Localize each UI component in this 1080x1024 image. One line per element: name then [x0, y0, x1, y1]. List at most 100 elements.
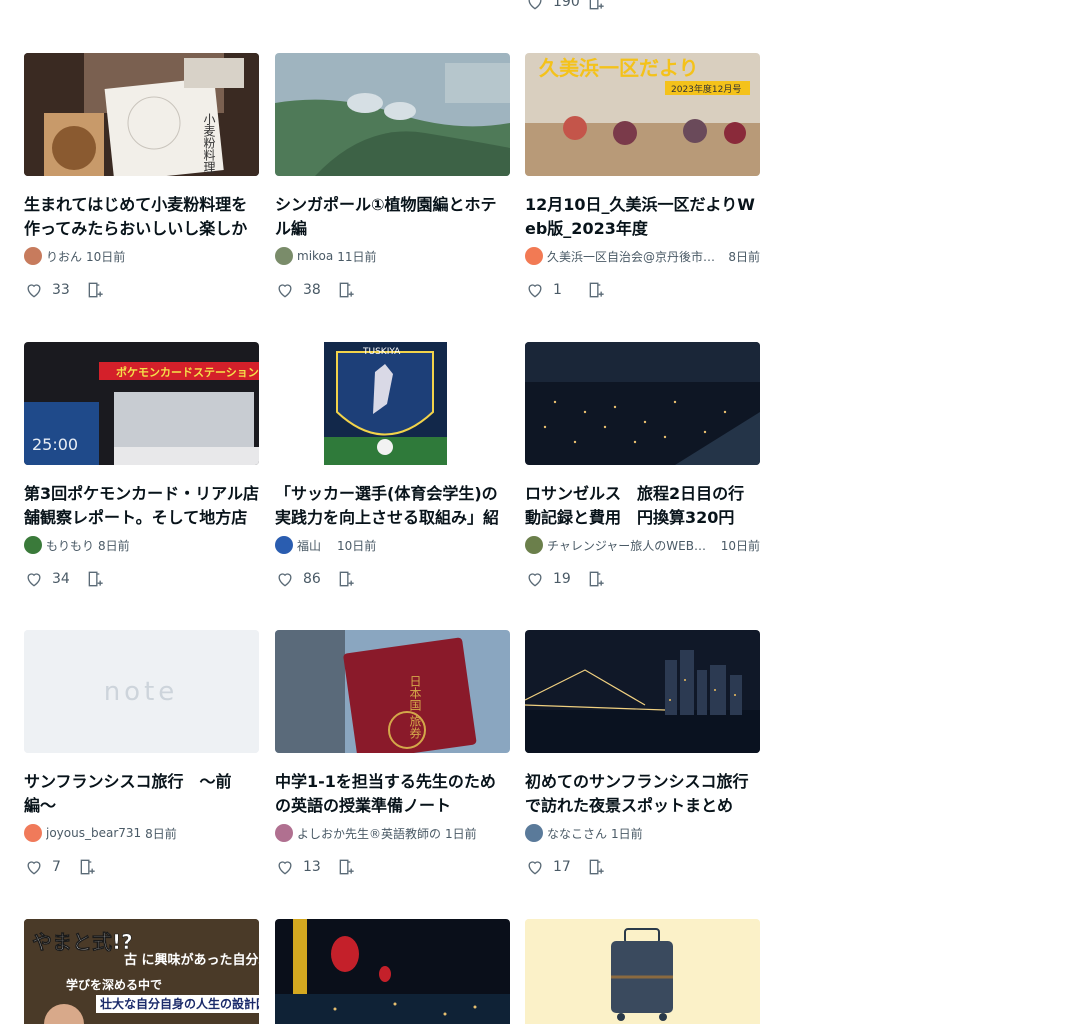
card-thumbnail[interactable]: 久美浜一区だより 2023年度12月号	[525, 53, 760, 176]
avatar[interactable]	[275, 824, 293, 842]
like-count: 1	[553, 282, 562, 298]
card-actions: 1	[525, 278, 760, 302]
avatar[interactable]	[275, 536, 293, 554]
add-to-magazine-icon[interactable]	[587, 569, 607, 589]
author-name[interactable]: 久美浜一区自治会@京丹後市久美浜町	[547, 248, 724, 265]
kumihama-sub: 2023年度12月号	[671, 83, 741, 95]
note-card[interactable]: 初めてのサンフランシスコ旅行で訪れた夜景スポットまとめ ななこさん 1日前 17	[525, 630, 760, 879]
post-time: 11日前	[337, 249, 377, 264]
heart-icon[interactable]	[24, 857, 44, 877]
note-card[interactable]: 日本国 旅券 中学1-1を担当する先生のための英語の授業準備ノート よしおか先生…	[275, 630, 510, 879]
note-card[interactable]: 小麦粉料理 生まれてはじめて小麦粉料理を作ってみたらおいしいし楽しかったのでレシ…	[24, 53, 259, 302]
add-to-magazine-icon[interactable]	[337, 569, 357, 589]
card-actions: 86	[275, 567, 510, 591]
night-city-photo	[525, 342, 760, 465]
note-card[interactable]: 25:00 ポケモンカードステーション 第3回ポケモンカード・リアル店舗観察レポ…	[24, 342, 259, 591]
post-time: 8日前	[728, 249, 760, 264]
note-card[interactable]: シンガポール①植物園編とホテル編 mikoa 11日前 38	[275, 53, 510, 302]
author-name[interactable]: チャレンジャー旅人のWEBサイト・ブログ・動画制作	[547, 537, 717, 554]
card-thumbnail[interactable]: 25:00 ポケモンカードステーション	[24, 342, 259, 465]
add-to-magazine-icon[interactable]	[587, 0, 607, 12]
card-thumbnail[interactable]	[525, 342, 760, 465]
add-to-magazine-icon[interactable]	[337, 280, 357, 300]
add-to-magazine-icon[interactable]	[587, 857, 607, 877]
passport-text: 日本国 旅券	[408, 675, 422, 739]
card-meta: チャレンジャー旅人のWEBサイト・ブログ・動画制作 10日前	[525, 536, 760, 554]
card-thumbnail[interactable]: 日本国 旅券	[275, 630, 510, 753]
card-thumbnail[interactable]	[525, 630, 760, 753]
author-name[interactable]: joyous_bear731	[46, 826, 141, 840]
yamato-banner: やまと式!? 古 に興味があった自分。 学びを深める中で 壮大な自分自身の人生の…	[24, 919, 259, 1024]
note-placeholder: note	[24, 630, 259, 753]
heart-icon[interactable]	[525, 569, 545, 589]
card-actions: 13	[275, 855, 510, 879]
card-meta: ななこさん 1日前	[525, 824, 760, 842]
add-to-magazine-icon[interactable]	[337, 857, 357, 877]
card-thumbnail[interactable]: TUSKIYA	[275, 342, 510, 465]
avatar[interactable]	[525, 247, 543, 265]
card-title[interactable]: 第3回ポケモンカード・リアル店舗観察レポート。そして地方店舗の27時に出会った	[24, 482, 259, 530]
card-thumbnail[interactable]	[525, 919, 760, 1024]
post-time: 10日前	[86, 249, 126, 264]
note-card[interactable]: ロサンゼルス 旅程2日目の行動記録と費用 円換算320円 チャレンジャー旅人のW…	[525, 342, 760, 591]
heart-icon[interactable]	[275, 569, 295, 589]
avatar[interactable]	[275, 247, 293, 265]
note-card[interactable]	[525, 919, 760, 1024]
heart-icon[interactable]	[275, 857, 295, 877]
lantern-photo	[275, 919, 510, 1024]
add-to-magazine-icon[interactable]	[86, 280, 106, 300]
card-meta: joyous_bear731 8日前	[24, 824, 259, 842]
note-card[interactable]: 久美浜一区だより 2023年度12月号 12月10日_久美浜一区だよりWeb版_…	[525, 53, 760, 302]
heart-icon[interactable]	[525, 857, 545, 877]
garden-photo	[275, 53, 510, 176]
card-title[interactable]: 初めてのサンフランシスコ旅行で訪れた夜景スポットまとめ	[525, 770, 760, 818]
like-count: 13	[303, 859, 321, 875]
card-meta: もりもり 8日前	[24, 536, 259, 554]
avatar[interactable]	[525, 824, 543, 842]
like-count: 34	[52, 571, 70, 587]
add-to-magazine-icon[interactable]	[587, 280, 607, 300]
card-actions: 33	[24, 278, 259, 302]
post-time: 8日前	[145, 826, 177, 841]
like-count: 7	[52, 859, 61, 875]
yamato-line2: 壮大な自分自身の人生の設計図を	[100, 996, 259, 1011]
author-name[interactable]: 福山	[297, 537, 333, 554]
avatar[interactable]	[24, 247, 42, 265]
avatar[interactable]	[24, 536, 42, 554]
card-title[interactable]: 中学1-1を担当する先生のための英語の授業準備ノート	[275, 770, 510, 818]
card-title[interactable]: シンガポール①植物園編とホテル編	[275, 193, 510, 241]
note-card[interactable]: TUSKIYA 「サッカー選手(体育会学生)の実践力を向上させる取組み」紹介 福…	[275, 342, 510, 591]
post-time: 10日前	[337, 538, 377, 553]
add-to-magazine-icon[interactable]	[78, 857, 98, 877]
yamato-line: 学びを深める中で	[66, 977, 162, 992]
heart-icon[interactable]	[24, 280, 44, 300]
heart-icon[interactable]	[275, 280, 295, 300]
author-name[interactable]: もりもり	[46, 537, 94, 554]
author-name[interactable]: りおん	[46, 248, 82, 265]
heart-icon[interactable]	[525, 0, 545, 12]
card-title[interactable]: 生まれてはじめて小麦粉料理を作ってみたらおいしいし楽しかったのでレシピまとめ	[24, 193, 259, 241]
card-thumbnail[interactable]: note	[24, 630, 259, 753]
note-card[interactable]: やまと式!? 古 に興味があった自分。 学びを深める中で 壮大な自分自身の人生の…	[24, 919, 259, 1024]
card-thumbnail[interactable]	[275, 919, 510, 1024]
card-thumbnail[interactable]: やまと式!? 古 に興味があった自分。 学びを深める中で 壮大な自分自身の人生の…	[24, 919, 259, 1024]
heart-icon[interactable]	[525, 280, 545, 300]
author-name[interactable]: ななこさん	[547, 825, 607, 842]
card-title[interactable]: 「サッカー選手(体育会学生)の実践力を向上させる取組み」紹介	[275, 482, 510, 530]
note-card[interactable]	[275, 919, 510, 1024]
card-thumbnail[interactable]: 小麦粉料理	[24, 53, 259, 176]
kumihama-title: 久美浜一区だより	[539, 56, 699, 80]
author-name[interactable]: よしおか先生®英語教師の	[297, 825, 441, 842]
avatar[interactable]	[24, 824, 42, 842]
add-to-magazine-icon[interactable]	[86, 569, 106, 589]
card-title[interactable]: サンフランシスコ旅行 〜前編〜	[24, 770, 259, 818]
heart-icon[interactable]	[24, 569, 44, 589]
card-thumbnail[interactable]	[275, 53, 510, 176]
note-card[interactable]: note サンフランシスコ旅行 〜前編〜 joyous_bear731 8日前 …	[24, 630, 259, 879]
avatar[interactable]	[525, 536, 543, 554]
like-count: 86	[303, 571, 321, 587]
card-actions: 19	[525, 567, 760, 591]
card-title[interactable]: 12月10日_久美浜一区だよりWeb版_2023年度	[525, 193, 760, 241]
card-title[interactable]: ロサンゼルス 旅程2日目の行動記録と費用 円換算320円	[525, 482, 760, 530]
author-name[interactable]: mikoa	[297, 249, 333, 263]
